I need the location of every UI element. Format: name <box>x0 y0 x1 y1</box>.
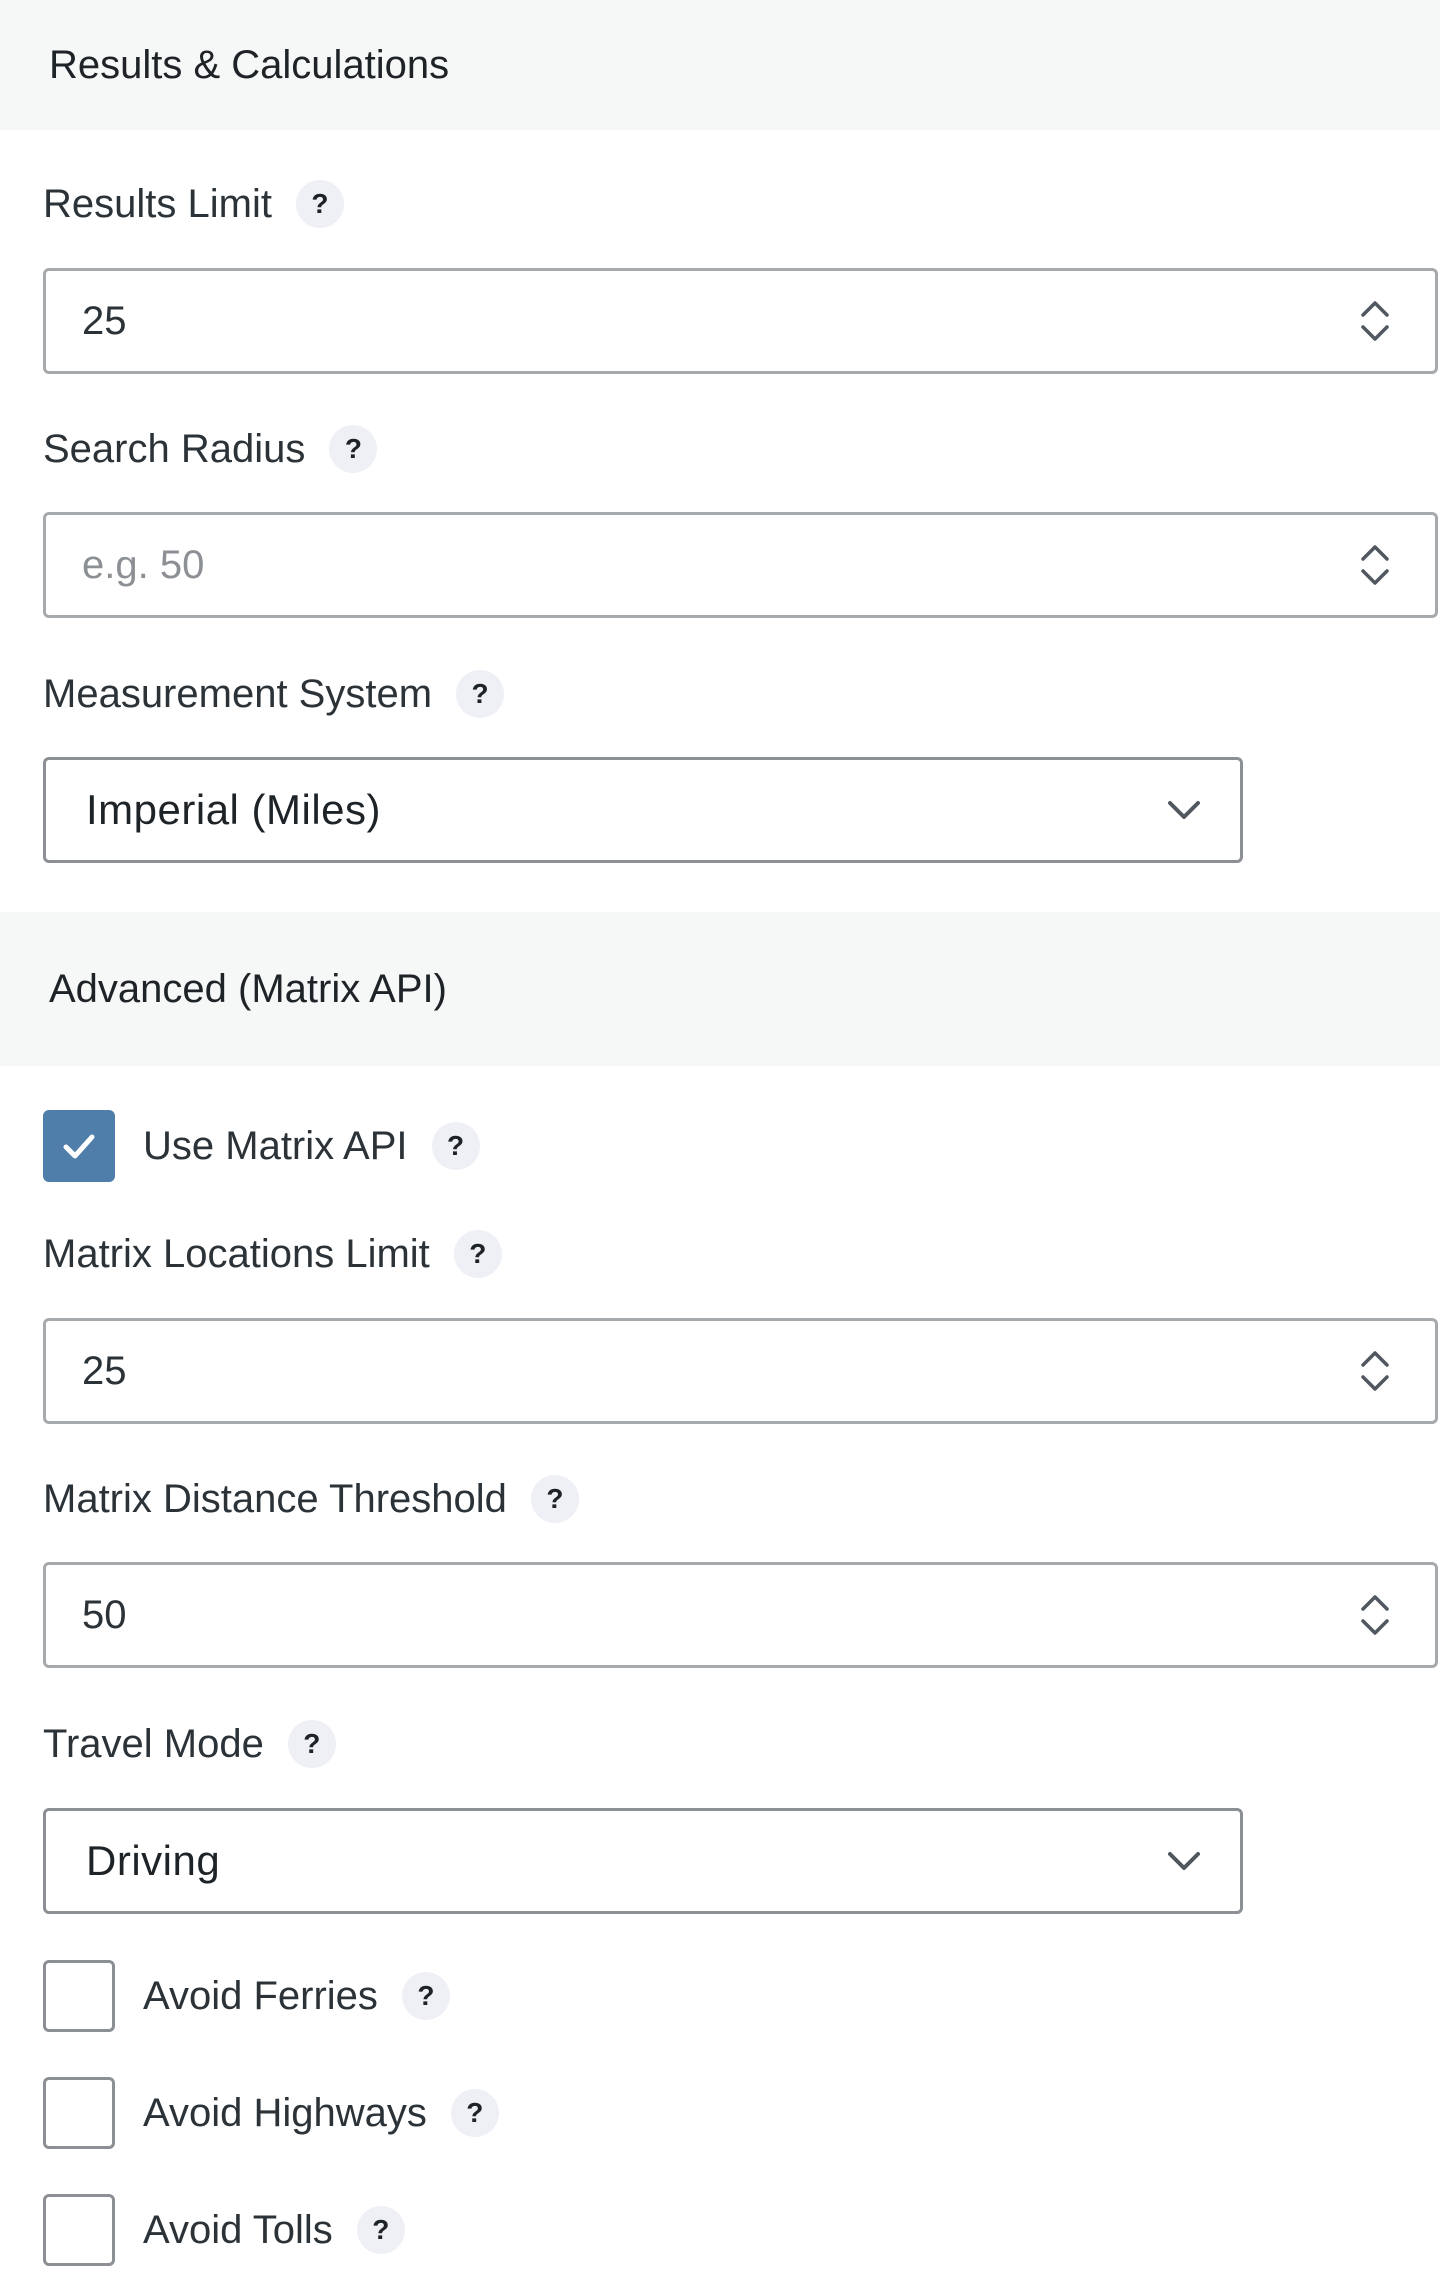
matrix-distance-threshold-help-icon[interactable]: ? <box>530 1475 579 1523</box>
search-radius-help-icon[interactable]: ? <box>329 425 378 473</box>
chevron-down-icon <box>1168 801 1200 819</box>
search-radius-label-text: Search Radius <box>43 426 306 471</box>
travel-mode-select[interactable]: Driving <box>43 1808 1243 1914</box>
results-limit-input[interactable]: 25 <box>43 268 1438 374</box>
travel-mode-label: Travel Mode ? <box>43 1716 336 1772</box>
search-radius-input[interactable]: e.g. 50 <box>43 512 1438 618</box>
avoid-highways-help-icon[interactable]: ? <box>450 2089 499 2137</box>
matrix-distance-threshold-value: 50 <box>82 1592 127 1637</box>
section-header-results: Results & Calculations <box>0 0 1440 130</box>
measurement-system-select[interactable]: Imperial (Miles) <box>43 757 1243 863</box>
results-limit-stepper-icon[interactable] <box>1355 297 1395 345</box>
measurement-system-selected: Imperial (Miles) <box>86 786 382 833</box>
matrix-locations-limit-input[interactable]: 25 <box>43 1318 1438 1424</box>
matrix-locations-limit-label: Matrix Locations Limit ? <box>43 1226 502 1282</box>
matrix-locations-limit-value: 25 <box>82 1348 127 1393</box>
results-limit-label: Results Limit ? <box>43 176 344 232</box>
measurement-system-label: Measurement System ? <box>43 666 505 722</box>
avoid-ferries-help-icon[interactable]: ? <box>401 1972 450 2020</box>
avoid-tolls-row[interactable]: Avoid Tolls ? <box>43 2194 405 2266</box>
measurement-system-help-icon[interactable]: ? <box>456 670 505 718</box>
avoid-ferries-checkbox[interactable] <box>43 1960 115 2032</box>
avoid-highways-label: Avoid Highways <box>143 2090 427 2135</box>
checkmark-icon <box>63 1134 95 1159</box>
use-matrix-api-label: Use Matrix API <box>143 1123 408 1168</box>
use-matrix-api-row[interactable]: Use Matrix API ? <box>43 1110 480 1182</box>
matrix-distance-threshold-label: Matrix Distance Threshold ? <box>43 1471 579 1527</box>
avoid-tolls-help-icon[interactable]: ? <box>356 2206 405 2254</box>
avoid-ferries-label: Avoid Ferries <box>143 1973 378 2018</box>
search-radius-stepper-icon[interactable] <box>1355 541 1395 589</box>
results-limit-value: 25 <box>82 298 127 343</box>
matrix-locations-limit-help-icon[interactable]: ? <box>453 1230 502 1278</box>
avoid-highways-checkbox[interactable] <box>43 2077 115 2149</box>
search-radius-label: Search Radius ? <box>43 421 378 477</box>
chevron-down-icon <box>1168 1852 1200 1870</box>
matrix-distance-threshold-input[interactable]: 50 <box>43 1562 1438 1668</box>
travel-mode-label-text: Travel Mode <box>43 1721 264 1766</box>
matrix-locations-limit-stepper-icon[interactable] <box>1355 1347 1395 1395</box>
matrix-distance-threshold-label-text: Matrix Distance Threshold <box>43 1476 507 1521</box>
avoid-ferries-row[interactable]: Avoid Ferries ? <box>43 1960 450 2032</box>
search-radius-placeholder: e.g. 50 <box>82 542 205 587</box>
avoid-highways-row[interactable]: Avoid Highways ? <box>43 2077 499 2149</box>
travel-mode-selected: Driving <box>86 1837 221 1884</box>
results-limit-help-icon[interactable]: ? <box>295 180 344 228</box>
section-header-advanced: Advanced (Matrix API) <box>0 912 1440 1066</box>
settings-panel: Results & Calculations Results Limit ? 2… <box>0 0 1455 2280</box>
avoid-tolls-label: Avoid Tolls <box>143 2207 333 2252</box>
matrix-locations-limit-label-text: Matrix Locations Limit <box>43 1231 430 1276</box>
results-limit-label-text: Results Limit <box>43 181 272 226</box>
use-matrix-api-help-icon[interactable]: ? <box>431 1122 480 1170</box>
travel-mode-help-icon[interactable]: ? <box>287 1720 336 1768</box>
matrix-distance-threshold-stepper-icon[interactable] <box>1355 1591 1395 1639</box>
section-title-advanced: Advanced (Matrix API) <box>49 966 447 1011</box>
use-matrix-api-checkbox[interactable] <box>43 1110 115 1182</box>
measurement-system-label-text: Measurement System <box>43 671 433 716</box>
section-title-results: Results & Calculations <box>49 42 450 87</box>
avoid-tolls-checkbox[interactable] <box>43 2194 115 2266</box>
